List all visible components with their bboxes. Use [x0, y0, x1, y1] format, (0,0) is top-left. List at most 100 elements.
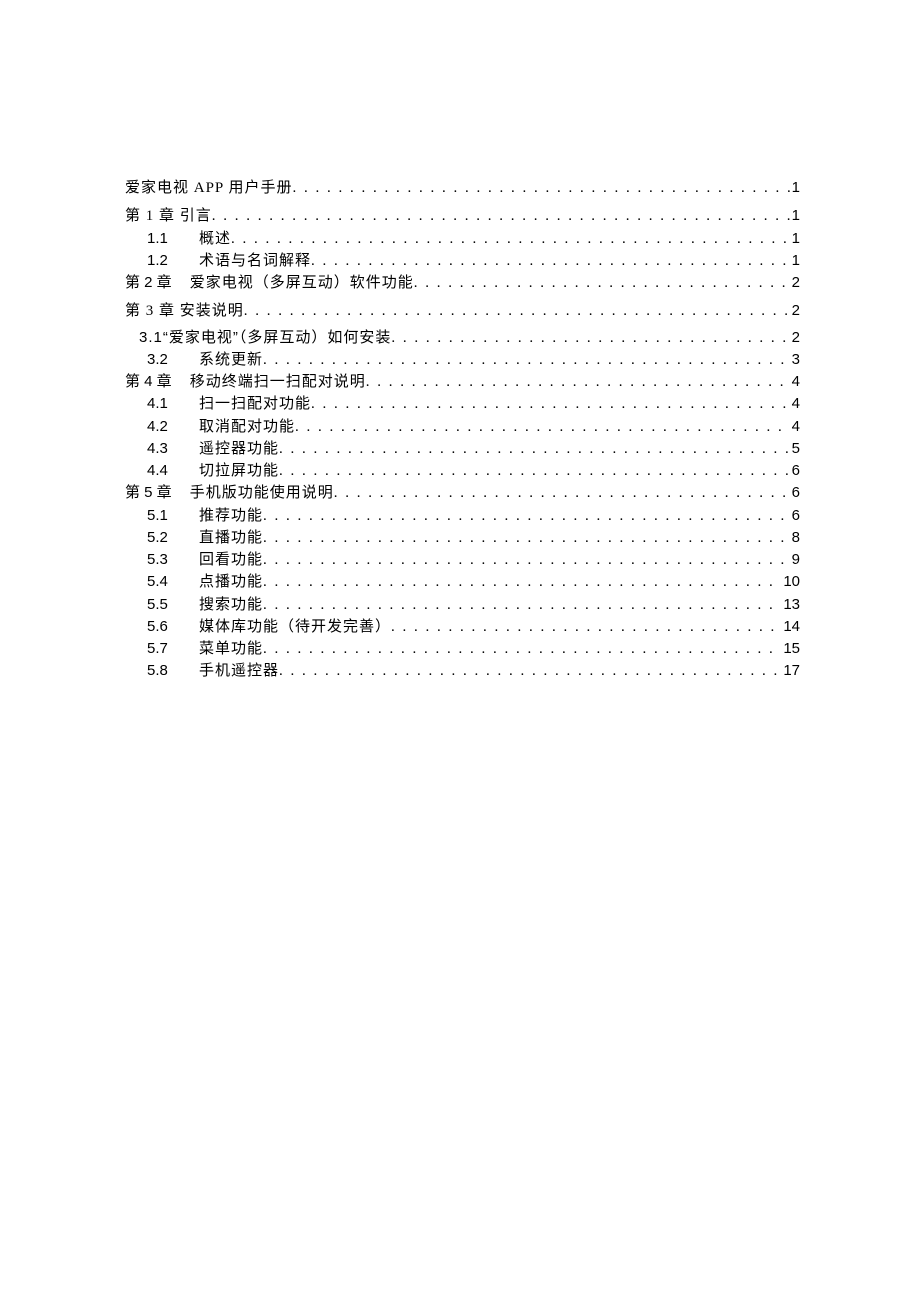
toc-entry-page: 8 [790, 528, 800, 548]
toc-entry[interactable]: 5.4点播功能 10 [125, 572, 800, 592]
toc-leader-dots [263, 550, 790, 570]
toc-entry-number: 5.4 [147, 572, 199, 592]
toc-entry[interactable]: 5.1推荐功能 6 [125, 506, 800, 526]
toc-entry[interactable]: 1.1概述 1 [125, 229, 800, 249]
toc-entry[interactable]: 5.5搜索功能 13 [125, 595, 800, 615]
toc-leader-dots [414, 273, 790, 293]
toc-entry-page: 3 [790, 350, 800, 370]
toc-entry-title: 第 3 章 安装说明 [125, 301, 244, 321]
toc-entry[interactable]: 第 5 章手机版功能使用说明 6 [125, 483, 800, 503]
toc-entry-number: 第 2 章 [125, 273, 172, 293]
toc-entry-title: 系统更新 [199, 350, 263, 370]
toc-entry-title: 直播功能 [199, 528, 263, 548]
toc-entry-page: 1 [790, 206, 800, 226]
toc-leader-dots [366, 372, 790, 392]
toc-entry[interactable]: 4.2取消配对功能 4 [125, 417, 800, 437]
toc-entry-title: 手机遥控器 [199, 661, 279, 681]
toc-entry-title: 第 1 章 引言 [125, 206, 212, 226]
toc-entry-title: 遥控器功能 [199, 439, 279, 459]
toc-entry-number: 1.1 [147, 229, 199, 249]
toc-entry-number: 5.8 [147, 661, 199, 681]
toc-entry-page: 6 [790, 506, 800, 526]
toc-leader-dots [263, 595, 781, 615]
toc-entry-page: 1 [790, 178, 800, 198]
toc-entry-page: 6 [790, 461, 800, 481]
toc-entry-page: 1 [790, 229, 800, 249]
toc-entry-number: 1.2 [147, 251, 199, 271]
toc-entry-title: 切拉屏功能 [199, 461, 279, 481]
toc-entry-page: 2 [790, 273, 800, 293]
toc-entry-page: 2 [790, 328, 800, 348]
document-page: 爱家电视 APP 用户手册 1第 1 章 引言 11.1概述 11.2术语与名词… [0, 0, 920, 1301]
toc-entry-title: 术语与名词解释 [199, 251, 311, 271]
toc-entry[interactable]: 5.2直播功能 8 [125, 528, 800, 548]
toc-entry[interactable]: 第 1 章 引言 1 [125, 206, 800, 226]
toc-entry-number: 5.1 [147, 506, 199, 526]
toc-entry[interactable]: 4.3遥控器功能 5 [125, 439, 800, 459]
toc-entry[interactable]: 5.6媒体库功能（待开发完善） 14 [125, 617, 800, 637]
toc-entry-number: 5.7 [147, 639, 199, 659]
toc-entry[interactable]: 3.2系统更新 3 [125, 350, 800, 370]
toc-entry-title: 爱家电视（多屏互动）软件功能 [190, 273, 414, 293]
toc-entry-title: 移动终端扫一扫配对说明 [190, 372, 366, 392]
toc-entry-number: 5.3 [147, 550, 199, 570]
toc-entry-title: 回看功能 [199, 550, 263, 570]
toc-entry[interactable]: 第 3 章 安装说明 2 [125, 301, 800, 321]
toc-entry[interactable]: 5.3回看功能 9 [125, 550, 800, 570]
toc-entry[interactable]: 4.1扫一扫配对功能 4 [125, 394, 800, 414]
toc-entry-page: 1 [790, 251, 800, 271]
toc-leader-dots [311, 394, 790, 414]
toc-entry[interactable]: 4.4切拉屏功能 6 [125, 461, 800, 481]
toc-entry-title: 手机版功能使用说明 [190, 483, 334, 503]
toc-leader-dots [311, 251, 790, 271]
toc-entry-number: 第 5 章 [125, 483, 172, 503]
toc-entry-number: 4.4 [147, 461, 199, 481]
toc-leader-dots [263, 572, 781, 592]
toc-entry-page: 4 [790, 417, 800, 437]
toc-leader-dots [391, 617, 781, 637]
toc-entry-title: 概述 [199, 229, 231, 249]
toc-entry[interactable]: 爱家电视 APP 用户手册 1 [125, 178, 800, 198]
toc-leader-dots [279, 439, 790, 459]
toc-leader-dots [279, 461, 790, 481]
toc-entry-page: 4 [790, 394, 800, 414]
toc-entry[interactable]: 5.7菜单功能 15 [125, 639, 800, 659]
toc-entry[interactable]: 第 4 章移动终端扫一扫配对说明 4 [125, 372, 800, 392]
toc-entry-page: 10 [781, 572, 800, 592]
toc-entry-page: 17 [781, 661, 800, 681]
toc-entry[interactable]: 第 2 章爱家电视（多屏互动）软件功能 2 [125, 273, 800, 293]
toc-entry-number: 第 4 章 [125, 372, 172, 392]
toc-entry-number: 5.6 [147, 617, 199, 637]
toc-leader-dots [391, 328, 789, 348]
toc-entry-number: 4.2 [147, 417, 199, 437]
toc-leader-dots [292, 178, 789, 198]
toc-entry-number: 4.1 [147, 394, 199, 414]
toc-entry-page: 4 [790, 372, 800, 392]
toc-entry-title: 3.1“爱家电视”（多屏互动）如何安装 [139, 328, 391, 348]
toc-leader-dots [231, 229, 790, 249]
toc-entry-number: 3.2 [147, 350, 199, 370]
toc-leader-dots [334, 483, 790, 503]
toc-leader-dots [263, 528, 790, 548]
toc-leader-dots [263, 639, 781, 659]
toc-entry-page: 9 [790, 550, 800, 570]
toc-entry[interactable]: 5.8手机遥控器 17 [125, 661, 800, 681]
toc-entry-page: 2 [790, 301, 800, 321]
toc-entry-title: 点播功能 [199, 572, 263, 592]
toc-entry-page: 6 [790, 483, 800, 503]
toc-entry-number: 4.3 [147, 439, 199, 459]
toc-leader-dots [212, 206, 790, 226]
toc-entry-title: 菜单功能 [199, 639, 263, 659]
toc-leader-dots [263, 506, 790, 526]
toc-entry[interactable]: 1.2术语与名词解释 1 [125, 251, 800, 271]
toc-entry-page: 13 [781, 595, 800, 615]
toc-leader-dots [279, 661, 781, 681]
toc-entry-title: 搜索功能 [199, 595, 263, 615]
toc-leader-dots [295, 417, 790, 437]
toc-entry-title: 扫一扫配对功能 [199, 394, 311, 414]
toc-entry-title: 媒体库功能（待开发完善） [199, 617, 391, 637]
toc-entry-page: 14 [781, 617, 800, 637]
toc-leader-dots [263, 350, 790, 370]
toc-entry-title: 取消配对功能 [199, 417, 295, 437]
toc-entry[interactable]: 3.1“爱家电视”（多屏互动）如何安装 2 [125, 328, 800, 348]
